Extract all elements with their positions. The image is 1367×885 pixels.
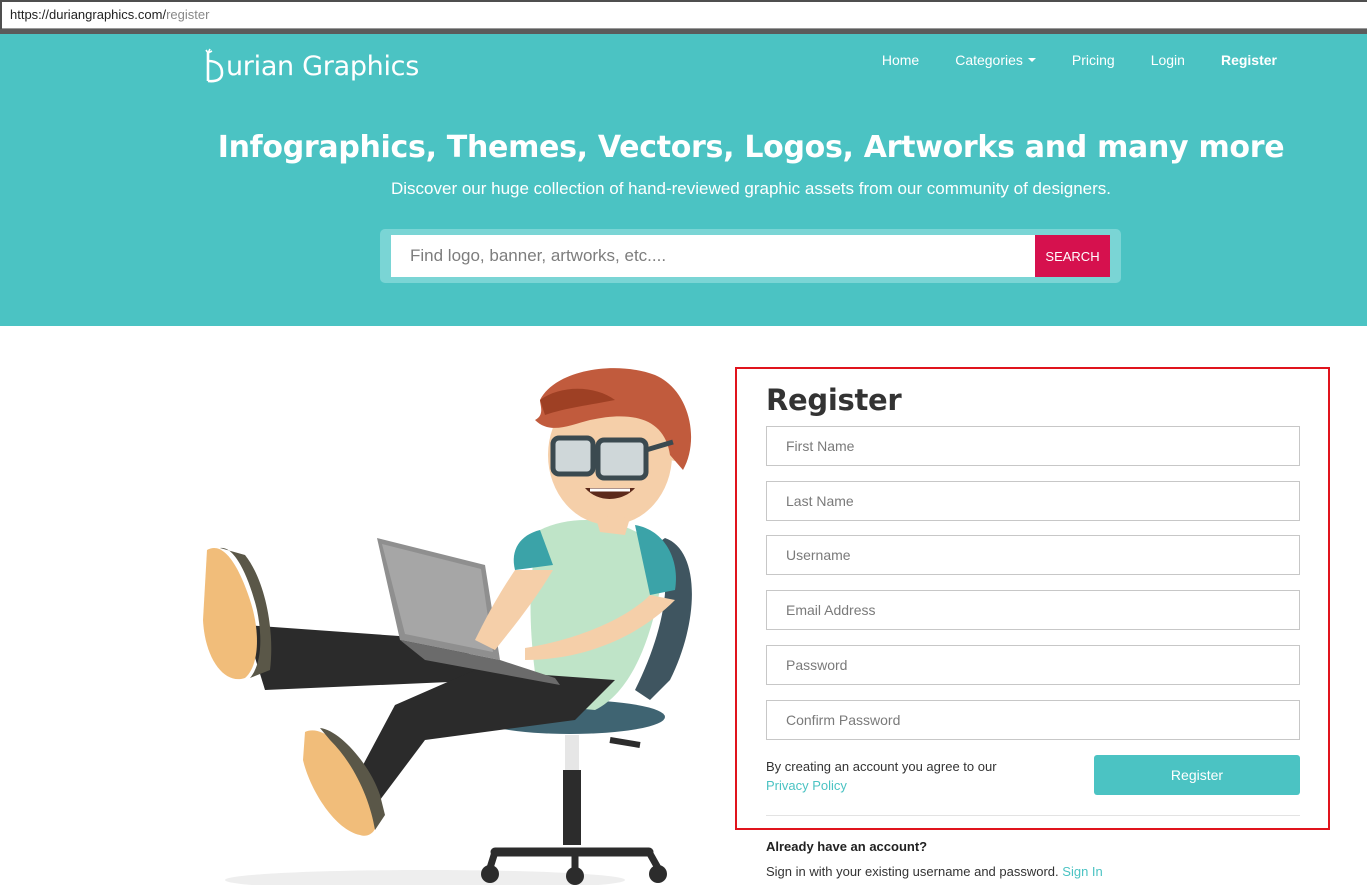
privacy-policy-link[interactable]: Privacy Policy bbox=[766, 776, 997, 795]
nav-login-label: Login bbox=[1150, 52, 1185, 68]
search-bar: SEARCH bbox=[380, 229, 1121, 283]
password-field[interactable] bbox=[766, 645, 1300, 685]
main-nav: Home Categories Pricing Login Register bbox=[864, 52, 1295, 68]
email-field[interactable] bbox=[766, 590, 1300, 630]
browser-url-bar: https://duriangraphics.com/register bbox=[0, 0, 1367, 34]
signin-text: Sign in with your existing username and … bbox=[766, 864, 1059, 879]
logo-text: urian Graphics bbox=[226, 50, 419, 82]
already-have-account: Already have an account? bbox=[766, 839, 928, 854]
nav-categories-label: Categories bbox=[955, 52, 1023, 68]
url-path: register bbox=[166, 7, 210, 22]
username-field[interactable] bbox=[766, 535, 1300, 575]
terms-text: By creating an account you agree to our bbox=[766, 759, 997, 774]
url-main: https://duriangraphics.com/ bbox=[10, 7, 167, 22]
register-button[interactable]: Register bbox=[1094, 755, 1300, 795]
logo[interactable]: urian Graphics bbox=[205, 46, 419, 86]
form-divider bbox=[766, 815, 1300, 816]
first-name-field[interactable] bbox=[766, 426, 1300, 466]
hero-section: urian Graphics Home Categories Pricing L… bbox=[0, 34, 1367, 326]
confirm-password-field[interactable] bbox=[766, 700, 1300, 740]
sign-in-link[interactable]: Sign In bbox=[1062, 864, 1102, 879]
nav-home[interactable]: Home bbox=[864, 52, 937, 68]
nav-pricing-label: Pricing bbox=[1071, 52, 1115, 68]
nav-register[interactable]: Register bbox=[1203, 52, 1295, 68]
hero-subline: Discover our huge collection of hand-rev… bbox=[390, 179, 1111, 198]
nav-register-label: Register bbox=[1220, 52, 1277, 68]
nav-home-label: Home bbox=[881, 52, 920, 68]
nav-login[interactable]: Login bbox=[1133, 52, 1203, 68]
search-input[interactable] bbox=[391, 235, 1035, 277]
url-field[interactable]: https://duriangraphics.com/register bbox=[2, 2, 1367, 29]
designer-illustration bbox=[203, 368, 692, 885]
durian-logo-icon bbox=[205, 48, 224, 83]
terms-notice: By creating an account you agree to our … bbox=[766, 757, 997, 795]
signin-prompt: Sign in with your existing username and … bbox=[766, 864, 1103, 879]
hero-headline: Infographics, Themes, Vectors, Logos, Ar… bbox=[217, 130, 1285, 165]
search-button[interactable]: SEARCH bbox=[1035, 235, 1110, 277]
url-text: https://duriangraphics.com/register bbox=[10, 7, 209, 22]
nav-categories[interactable]: Categories bbox=[937, 52, 1054, 68]
caret-down-icon bbox=[1027, 58, 1036, 62]
nav-pricing[interactable]: Pricing bbox=[1054, 52, 1133, 68]
last-name-field[interactable] bbox=[766, 481, 1300, 521]
register-title: Register bbox=[766, 383, 902, 417]
